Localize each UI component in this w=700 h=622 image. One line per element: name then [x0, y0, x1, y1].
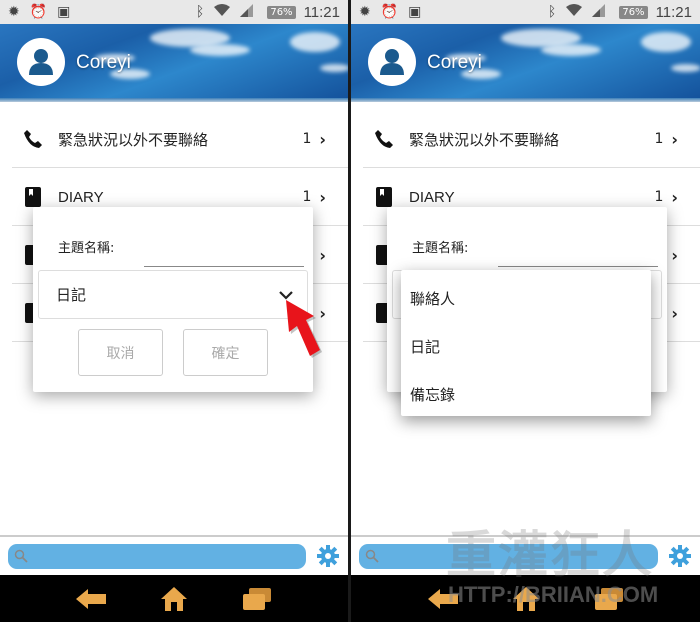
status-bar: ✹ ⏰ ▣ ᛒ 76% 11:21 [351, 0, 700, 24]
list-item-count: 1 [302, 131, 312, 147]
avatar[interactable] [368, 38, 416, 86]
recent-apps-button[interactable] [592, 584, 626, 614]
android-nav-bar [351, 575, 700, 622]
android-nav-bar [0, 575, 348, 622]
profile-header: Coreyi [351, 24, 700, 102]
clock: 11:21 [655, 3, 692, 21]
bluetooth-icon: ᛒ [547, 4, 557, 20]
topic-name-label: 主題名稱: [412, 241, 469, 256]
chevron-right-icon: › [671, 303, 678, 323]
list-item[interactable]: 緊急狀況以外不要聯絡 1 › [0, 110, 348, 168]
confirm-button[interactable]: 確定 [183, 329, 268, 376]
topic-name-label: 主題名稱: [58, 241, 115, 256]
home-icon [160, 586, 187, 611]
home-icon [512, 586, 539, 611]
list-item-label: DIARY [58, 188, 104, 206]
profile-header: Coreyi [0, 24, 348, 102]
battery-indicator: 76% [267, 5, 296, 19]
battery-indicator: 76% [619, 5, 648, 19]
phone-icon [373, 128, 395, 150]
bottom-toolbar [0, 535, 348, 575]
diary-icon [22, 186, 44, 208]
back-button[interactable] [426, 584, 460, 614]
user-icon [380, 49, 404, 75]
search-icon [14, 549, 28, 563]
topic-type-select[interactable]: 日記 [38, 270, 308, 319]
gear-icon [317, 545, 339, 567]
search-icon [365, 549, 379, 563]
recent-apps-icon [242, 587, 271, 610]
topic-name-input[interactable] [498, 249, 658, 267]
list-item-count: 1 [654, 131, 664, 147]
settings-button[interactable] [668, 544, 692, 568]
list-item-count: 1 [654, 189, 664, 205]
diary-icon [373, 186, 395, 208]
phone-icon [22, 128, 44, 150]
back-arrow-icon [427, 588, 458, 609]
wifi-icon [214, 3, 231, 21]
phone-screen-left: ✹ ⏰ ▣ ᛒ 76% 11:21 Coreyi 緊急狀況以外不要聯絡 1 › … [0, 0, 348, 622]
brightness-icon: ✹ [8, 4, 20, 20]
list-item[interactable]: 緊急狀況以外不要聯絡 1 › [351, 110, 700, 168]
back-arrow-icon [76, 588, 107, 609]
home-button[interactable] [509, 584, 543, 614]
username: Coreyi [76, 52, 131, 73]
screenshot-comparison: ✹ ⏰ ▣ ᛒ 76% 11:21 Coreyi 緊急狀況以外不要聯絡 1 › … [0, 0, 700, 622]
signal-icon [240, 3, 254, 21]
home-button[interactable] [157, 584, 191, 614]
list-item-label: 緊急狀況以外不要聯絡 [58, 131, 209, 149]
wifi-icon [566, 3, 583, 21]
back-button[interactable] [74, 584, 108, 614]
bottom-toolbar [351, 535, 700, 575]
brightness-icon: ✹ [359, 4, 371, 20]
gear-icon [669, 545, 691, 567]
recent-apps-button[interactable] [240, 584, 274, 614]
phone-screen-right: ✹ ⏰ ▣ ᛒ 76% 11:21 Coreyi 緊急狀況以外不要聯絡 1 › … [351, 0, 700, 622]
dropdown-option-memo[interactable]: 備忘錄 [401, 370, 651, 418]
topic-name-input[interactable] [144, 249, 304, 267]
dropdown-option-contacts[interactable]: 聯絡人 [401, 274, 651, 322]
red-pointer-arrow-icon [286, 300, 322, 358]
avatar[interactable] [17, 38, 65, 86]
new-topic-dialog: 主題名稱: 日記 取消 確定 [33, 207, 313, 392]
status-bar: ✹ ⏰ ▣ ᛒ 76% 11:21 [0, 0, 348, 24]
chevron-right-icon: › [319, 129, 326, 149]
alarm-icon: ⏰ [29, 4, 48, 20]
settings-button[interactable] [316, 544, 340, 568]
chevron-right-icon: › [671, 187, 678, 207]
chevron-right-icon: › [319, 187, 326, 207]
search-input[interactable] [8, 543, 306, 569]
list-item-label: DIARY [409, 188, 455, 206]
chevron-right-icon: › [671, 245, 678, 265]
topic-type-dropdown: 聯絡人 日記 備忘錄 [401, 270, 651, 416]
chevron-right-icon: › [671, 129, 678, 149]
chevron-right-icon: › [319, 245, 326, 265]
list-item-label: 緊急狀況以外不要聯絡 [409, 131, 560, 149]
user-icon [29, 49, 53, 75]
bluetooth-icon: ᛒ [195, 4, 205, 20]
signal-icon [592, 3, 606, 21]
topic-type-selected: 日記 [56, 286, 87, 304]
search-input[interactable] [359, 543, 658, 569]
image-icon: ▣ [57, 4, 71, 20]
alarm-icon: ⏰ [380, 4, 399, 20]
recent-apps-icon [594, 587, 623, 610]
list-item-count: 1 [302, 189, 312, 205]
cancel-button[interactable]: 取消 [78, 329, 163, 376]
image-icon: ▣ [408, 4, 422, 20]
username: Coreyi [427, 52, 482, 73]
dropdown-option-diary[interactable]: 日記 [401, 322, 651, 370]
clock: 11:21 [303, 3, 340, 21]
